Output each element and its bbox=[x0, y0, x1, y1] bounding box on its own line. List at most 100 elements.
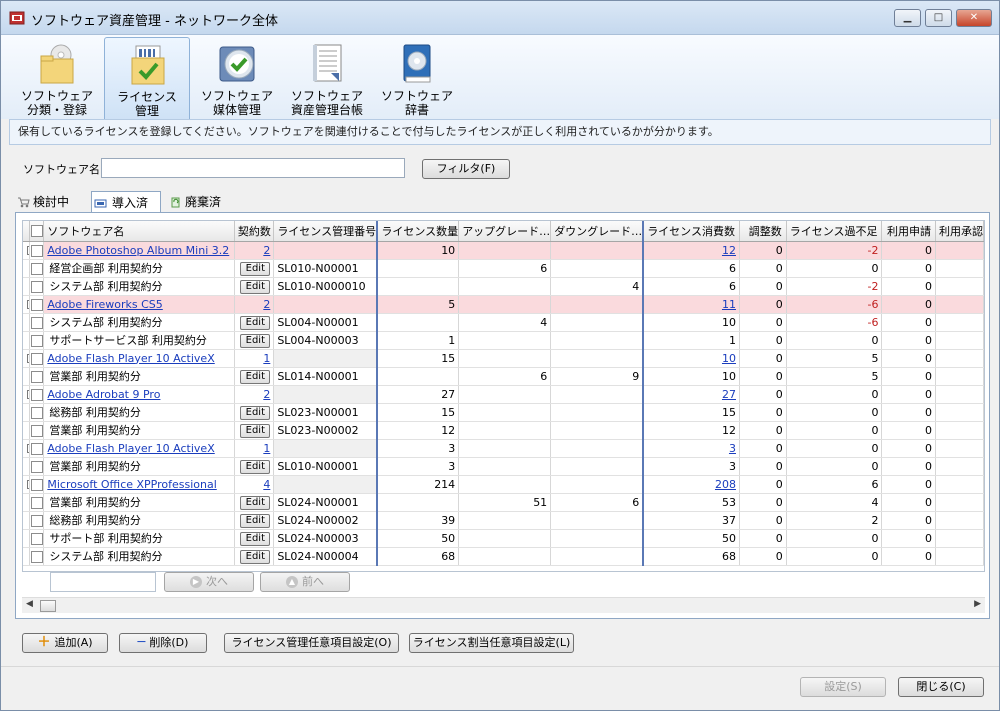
row-checkbox[interactable] bbox=[29, 259, 45, 278]
contract-row[interactable]: 営業部 利用契約分 Edit SL010-N00001 3 3 0 0 0 bbox=[23, 457, 984, 476]
tab-under-review[interactable]: 検討中 bbox=[15, 191, 85, 213]
software-link[interactable]: Microsoft Office XPProfessional bbox=[47, 478, 216, 491]
license-mgmt-settings-button[interactable]: ライセンス管理任意項目設定(O) bbox=[224, 633, 399, 653]
col-upgrade[interactable]: アップグレード… bbox=[458, 221, 552, 242]
software-link[interactable]: Adobe Flash Player 10 ActiveX bbox=[47, 352, 214, 365]
col-license-qty[interactable]: ライセンス数量 bbox=[376, 221, 460, 242]
ribbon-tab-media-management[interactable]: ソフトウェア 媒体管理 bbox=[194, 37, 280, 119]
row-checkbox[interactable] bbox=[29, 331, 45, 350]
software-row[interactable]: − Adobe Fireworks CS5 2 5 11 0 -6 0 bbox=[23, 295, 984, 314]
edit-button[interactable]: Edit bbox=[240, 423, 271, 438]
collapse-icon[interactable]: − bbox=[27, 245, 29, 255]
col-contracts[interactable]: 契約数 bbox=[234, 221, 275, 242]
row-checkbox[interactable] bbox=[29, 313, 45, 332]
collapse-icon[interactable]: − bbox=[27, 353, 29, 363]
edit-button[interactable]: Edit bbox=[240, 549, 271, 564]
maximize-button[interactable]: □ bbox=[925, 9, 952, 27]
edit-button[interactable]: Edit bbox=[240, 531, 271, 546]
col-adjust[interactable]: 調整数 bbox=[739, 221, 787, 242]
contract-row[interactable]: 総務部 利用契約分 Edit SL023-N00001 15 15 0 0 0 bbox=[23, 403, 984, 422]
contract-row[interactable]: 営業部 利用契約分 Edit SL024-N00001 51 6 53 0 4 … bbox=[23, 493, 984, 512]
scroll-left-icon[interactable]: ◀ bbox=[26, 599, 33, 609]
contract-count-link[interactable]: 2 bbox=[263, 244, 270, 257]
contract-row[interactable]: 総務部 利用契約分 Edit SL024-N00002 39 37 0 2 0 bbox=[23, 511, 984, 530]
contract-row[interactable]: サポートサービス部 利用契約分 Edit SL004-N00003 1 1 0 … bbox=[23, 331, 984, 350]
horizontal-scrollbar[interactable]: ◀ ▶ bbox=[22, 597, 985, 613]
tab-disposed[interactable]: 廃棄済 bbox=[167, 191, 237, 213]
row-checkbox[interactable] bbox=[29, 367, 45, 386]
collapse-icon[interactable]: − bbox=[27, 443, 29, 453]
add-button[interactable]: ＋追加(A) bbox=[22, 633, 108, 653]
software-link[interactable]: Adobe Photoshop Album Mini 3.2 bbox=[47, 244, 229, 257]
ribbon-tab-license-management[interactable]: ライセンス 管理 bbox=[104, 37, 190, 119]
row-checkbox[interactable] bbox=[29, 421, 45, 440]
row-checkbox[interactable] bbox=[29, 547, 45, 566]
consumed-link[interactable]: 3 bbox=[729, 442, 736, 455]
software-row[interactable]: − Adobe Flash Player 10 ActiveX 1 3 3 0 … bbox=[23, 439, 984, 458]
collapse-icon[interactable]: − bbox=[27, 479, 29, 489]
consumed-link[interactable]: 11 bbox=[722, 298, 736, 311]
license-alloc-settings-button[interactable]: ライセンス割当任意項目設定(L) bbox=[409, 633, 574, 653]
select-all-checkbox[interactable] bbox=[29, 221, 45, 242]
contract-row[interactable]: サポート部 利用契約分 Edit SL024-N00003 50 50 0 0 … bbox=[23, 529, 984, 548]
consumed-link[interactable]: 12 bbox=[722, 244, 736, 257]
col-consumed[interactable]: ライセンス消費数 bbox=[642, 221, 740, 242]
prev-page-button[interactable]: ▲ 前へ bbox=[260, 572, 350, 592]
col-usage-approval[interactable]: 利用承認 bbox=[935, 221, 984, 242]
row-checkbox[interactable] bbox=[29, 511, 45, 530]
row-checkbox[interactable] bbox=[29, 457, 45, 476]
collapse-icon[interactable]: − bbox=[27, 299, 29, 309]
delete-button[interactable]: ─ 削除(D) bbox=[119, 633, 207, 653]
filter-button[interactable]: フィルタ(F) bbox=[422, 159, 510, 179]
consumed-link[interactable]: 208 bbox=[715, 478, 736, 491]
contract-count-link[interactable]: 2 bbox=[263, 298, 270, 311]
contract-count-link[interactable]: 1 bbox=[263, 442, 270, 455]
contract-row[interactable]: 営業部 利用契約分 Edit SL014-N00001 6 9 10 0 5 0 bbox=[23, 367, 984, 386]
edit-button[interactable]: Edit bbox=[240, 315, 271, 330]
tab-installed[interactable]: 導入済 bbox=[91, 191, 161, 213]
col-downgrade[interactable]: ダウングレード… bbox=[550, 221, 644, 242]
contract-row[interactable]: システム部 利用契約分 Edit SL010-N000010 4 6 0 -2 … bbox=[23, 277, 984, 296]
edit-button[interactable]: Edit bbox=[240, 513, 271, 528]
software-row[interactable]: − Adobe Flash Player 10 ActiveX 1 15 10 … bbox=[23, 349, 984, 368]
edit-button[interactable]: Edit bbox=[240, 405, 271, 420]
row-checkbox[interactable] bbox=[29, 241, 45, 260]
contract-row[interactable]: システム部 利用契約分 Edit SL024-N00004 68 68 0 0 … bbox=[23, 547, 984, 566]
contract-count-link[interactable]: 1 bbox=[263, 352, 270, 365]
contract-count-link[interactable]: 4 bbox=[263, 478, 270, 491]
minimize-button[interactable]: ▁ bbox=[894, 9, 921, 27]
page-input[interactable] bbox=[50, 572, 156, 592]
row-checkbox[interactable] bbox=[29, 277, 45, 296]
col-surplus-shortage[interactable]: ライセンス過不足 bbox=[786, 221, 883, 242]
row-checkbox[interactable] bbox=[29, 475, 45, 494]
col-software-name[interactable]: ソフトウェア名 bbox=[43, 221, 235, 242]
contract-row[interactable]: システム部 利用契約分 Edit SL004-N00001 4 10 0 -6 … bbox=[23, 313, 984, 332]
row-checkbox[interactable] bbox=[29, 295, 45, 314]
scroll-thumb[interactable] bbox=[40, 600, 56, 612]
edit-button[interactable]: Edit bbox=[240, 495, 271, 510]
contract-count-link[interactable]: 2 bbox=[263, 388, 270, 401]
row-checkbox[interactable] bbox=[29, 439, 45, 458]
next-page-button[interactable]: ▶ 次へ bbox=[164, 572, 254, 592]
software-row[interactable]: − Adobe Photoshop Album Mini 3.2 2 10 12… bbox=[23, 241, 984, 260]
ribbon-tab-dictionary[interactable]: ソフトウェア 辞書 bbox=[374, 37, 460, 119]
edit-button[interactable]: Edit bbox=[240, 279, 271, 294]
software-row[interactable]: − Adobe Adrobat 9 Pro 2 27 27 0 0 0 bbox=[23, 385, 984, 404]
collapse-icon[interactable]: − bbox=[27, 389, 29, 399]
row-checkbox[interactable] bbox=[29, 493, 45, 512]
consumed-link[interactable]: 10 bbox=[722, 352, 736, 365]
software-link[interactable]: Adobe Adrobat 9 Pro bbox=[47, 388, 160, 401]
edit-button[interactable]: Edit bbox=[240, 261, 271, 276]
row-checkbox[interactable] bbox=[29, 529, 45, 548]
close-window-button[interactable]: ✕ bbox=[956, 9, 992, 27]
apply-button[interactable]: 設定(S) bbox=[800, 677, 886, 697]
close-button[interactable]: 閉じる(C) bbox=[898, 677, 984, 697]
software-link[interactable]: Adobe Fireworks CS5 bbox=[47, 298, 162, 311]
row-checkbox[interactable] bbox=[29, 403, 45, 422]
software-name-input[interactable] bbox=[101, 158, 405, 178]
scroll-right-icon[interactable]: ▶ bbox=[974, 599, 981, 609]
software-link[interactable]: Adobe Flash Player 10 ActiveX bbox=[47, 442, 214, 455]
ribbon-tab-asset-ledger[interactable]: ソフトウェア 資産管理台帳 bbox=[284, 37, 370, 119]
ribbon-tab-software-classification[interactable]: ソフトウェア 分類・登録 bbox=[14, 37, 100, 119]
contract-row[interactable]: 営業部 利用契約分 Edit SL023-N00002 12 12 0 0 0 bbox=[23, 421, 984, 440]
